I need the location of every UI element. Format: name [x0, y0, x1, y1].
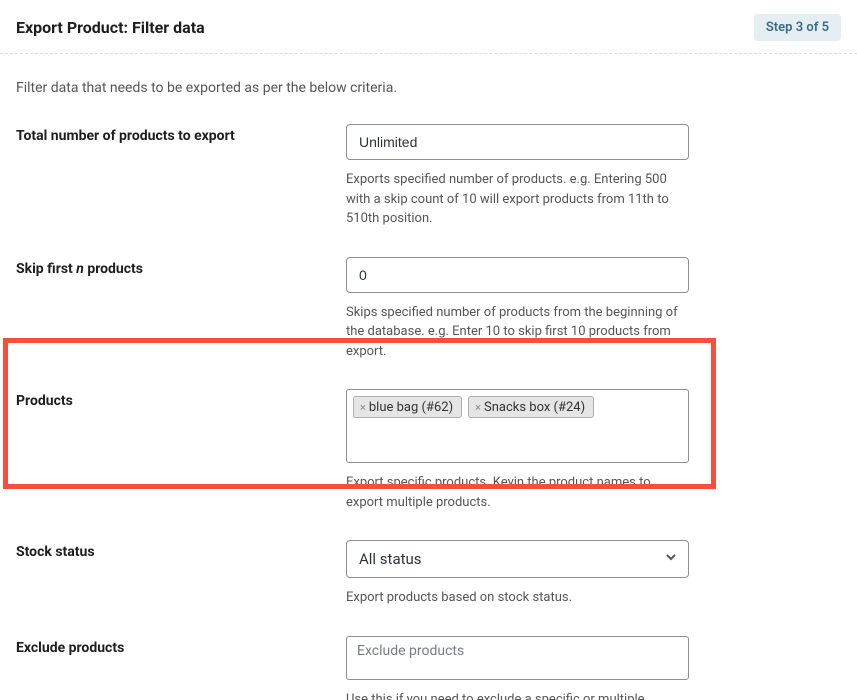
- content: Filter data that needs to be exported as…: [0, 54, 857, 700]
- field-total-products: Total number of products to export Expor…: [16, 124, 841, 229]
- control-skip-products: Skips specified number of products from …: [346, 257, 689, 362]
- label-exclude-products: Exclude products: [16, 636, 346, 700]
- field-skip-products: Skip first n products Skips specified nu…: [16, 257, 841, 362]
- page-title: Export Product: Filter data: [16, 18, 205, 37]
- exclude-placeholder: Exclude products: [357, 643, 464, 659]
- label-skip-pre: Skip first: [16, 261, 76, 277]
- label-products: Products: [16, 389, 346, 512]
- label-stock-status: Stock status: [16, 540, 346, 608]
- select-display: All status: [346, 540, 689, 578]
- close-icon[interactable]: ×: [360, 402, 366, 413]
- field-products: Products × blue bag (#62) × Snacks box (…: [16, 389, 841, 512]
- product-tag-label: blue bag (#62): [369, 400, 453, 415]
- label-skip-post: products: [84, 261, 143, 277]
- product-tag: × blue bag (#62): [353, 396, 462, 418]
- page-header: Export Product: Filter data Step 3 of 5: [0, 0, 857, 54]
- label-skip-products: Skip first n products: [16, 257, 346, 362]
- control-exclude-products: Exclude products Use this if you need to…: [346, 636, 689, 700]
- help-total-products: Exports specified number of products. e.…: [346, 170, 689, 229]
- field-stock-status: Stock status All status Export products …: [16, 540, 841, 608]
- label-total-products: Total number of products to export: [16, 124, 346, 229]
- field-exclude-products: Exclude products Exclude products Use th…: [16, 636, 841, 700]
- close-icon[interactable]: ×: [475, 402, 481, 413]
- input-exclude-products[interactable]: Exclude products: [346, 636, 689, 680]
- control-total-products: Exports specified number of products. e.…: [346, 124, 689, 229]
- help-skip-products: Skips specified number of products from …: [346, 303, 689, 362]
- intro-text: Filter data that needs to be exported as…: [16, 80, 841, 96]
- product-tag: × Snacks box (#24): [468, 396, 594, 418]
- control-stock-status: All status Export products based on stoc…: [346, 540, 689, 608]
- help-products: Export specific products. Keyin the prod…: [346, 473, 689, 512]
- select-value: All status: [359, 550, 422, 568]
- select-stock-status[interactable]: All status: [346, 540, 689, 578]
- step-indicator: Step 3 of 5: [754, 14, 841, 41]
- label-skip-n: n: [76, 261, 84, 277]
- control-products: × blue bag (#62) × Snacks box (#24) Expo…: [346, 389, 689, 512]
- product-tag-label: Snacks box (#24): [484, 400, 585, 415]
- help-stock-status: Export products based on stock status.: [346, 588, 689, 608]
- input-total-products[interactable]: [346, 124, 689, 160]
- input-skip-products[interactable]: [346, 257, 689, 293]
- help-exclude-products: Use this if you need to exclude a specif…: [346, 690, 689, 700]
- export-product-page: Export Product: Filter data Step 3 of 5 …: [0, 0, 857, 700]
- input-products[interactable]: × blue bag (#62) × Snacks box (#24): [346, 389, 689, 463]
